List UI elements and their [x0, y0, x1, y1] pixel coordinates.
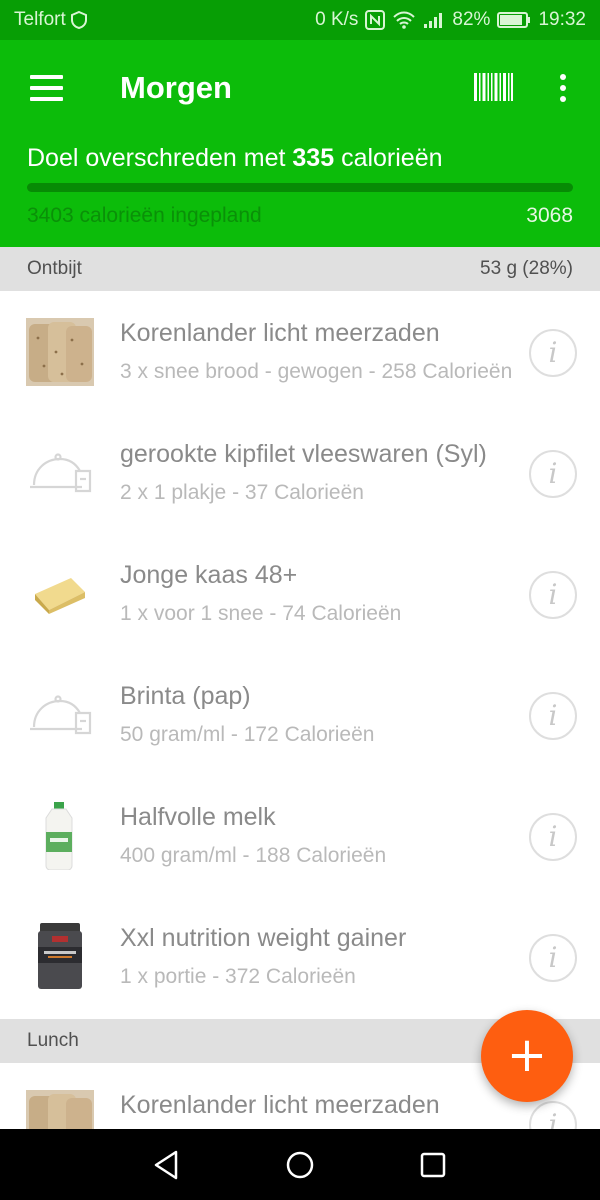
app-header: Morgen Doel overschreden met 335 calorie…	[0, 40, 600, 247]
section-header-breakfast: Ontbijt 53 g (28%)	[0, 247, 600, 291]
calorie-progress-fill	[27, 183, 573, 192]
system-nav-bar	[0, 1129, 600, 1200]
food-name: Korenlander licht meerzaden	[120, 319, 440, 347]
milk-photo	[26, 802, 94, 870]
food-portion: 400 gram/ml - 188 Calorieën	[120, 844, 387, 867]
food-item[interactable]: Jonge kaas 48+ 1 x voor 1 snee - 74 Calo…	[0, 533, 600, 654]
nfc-icon	[365, 10, 386, 30]
info-icon[interactable]: i	[529, 571, 577, 619]
food-name: Xxl nutrition weight gainer	[120, 924, 407, 952]
food-item[interactable]: Halfvolle melk 400 gram/ml - 188 Calorie…	[0, 775, 600, 896]
wifi-icon	[393, 11, 416, 29]
food-portion: 50 gram/ml - 172 Calorieën	[120, 723, 375, 746]
info-icon[interactable]: i	[529, 692, 577, 740]
food-item[interactable]: Korenlander licht meerzaden 3 x snee bro…	[0, 291, 600, 412]
food-portion: 1 x voor 1 snee - 74 Calorieën	[120, 602, 402, 625]
food-name: Brinta (pap)	[120, 682, 251, 710]
food-portion: 2 x 1 plakje - 37 Calorieën	[120, 481, 364, 504]
info-icon[interactable]: i	[529, 329, 577, 377]
menu-icon[interactable]	[30, 75, 63, 101]
food-item[interactable]: Xxl nutrition weight gainer 1 x portie -…	[0, 896, 600, 1017]
recents-icon[interactable]	[416, 1148, 450, 1182]
add-food-button[interactable]: +	[481, 1010, 573, 1102]
info-icon[interactable]: i	[529, 813, 577, 861]
shield-icon	[70, 11, 87, 29]
goal-exceeded-amount: 335	[292, 144, 335, 172]
food-name: gerookte kipfilet vleeswaren (Syl)	[120, 440, 487, 468]
back-icon[interactable]	[150, 1148, 184, 1182]
section-macro: 53 g (28%)	[480, 258, 573, 279]
bread-photo	[26, 318, 94, 386]
status-bar: Telfort 0 K/s 82% 19:32	[0, 0, 600, 40]
total-calories: 3068	[526, 204, 573, 227]
home-icon[interactable]	[283, 1148, 317, 1182]
plus-icon: +	[506, 1027, 548, 1083]
food-portion: 3 x snee brood - gewogen - 258 Calorieën	[120, 360, 513, 383]
carrier-name: Telfort	[14, 9, 66, 30]
food-name: Halfvolle melk	[120, 803, 276, 831]
section-name: Lunch	[27, 1030, 79, 1051]
info-icon[interactable]: i	[529, 450, 577, 498]
battery-level: 82%	[452, 9, 491, 30]
page-title: Morgen	[120, 70, 232, 105]
calorie-progress-bar	[27, 183, 573, 192]
battery-icon	[497, 12, 531, 28]
network-speed: 0 K/s	[315, 9, 359, 30]
cheese-photo	[26, 560, 94, 628]
meal-placeholder-icon	[26, 439, 94, 507]
info-icon[interactable]: i	[529, 934, 577, 982]
goal-exceeded-text: Doel overschreden met 335 calorieën	[27, 144, 443, 172]
section-name: Ontbijt	[27, 258, 82, 279]
clock: 19:32	[538, 9, 586, 30]
food-name: Jonge kaas 48+	[120, 561, 298, 589]
supplement-tub-photo	[26, 923, 94, 991]
food-item[interactable]: gerookte kipfilet vleeswaren (Syl) 2 x 1…	[0, 412, 600, 533]
food-name: Korenlander licht meerzaden	[120, 1091, 440, 1119]
planned-calories: 3403 calorieën ingepland	[27, 204, 262, 227]
food-portion: 1 x portie - 372 Calorieën	[120, 965, 356, 988]
food-item[interactable]: Brinta (pap) 50 gram/ml - 172 Calorieën …	[0, 654, 600, 775]
signal-icon	[424, 13, 443, 28]
barcode-scan-icon[interactable]	[474, 73, 513, 101]
more-options-icon[interactable]	[552, 72, 574, 104]
meal-placeholder-icon	[26, 681, 94, 749]
